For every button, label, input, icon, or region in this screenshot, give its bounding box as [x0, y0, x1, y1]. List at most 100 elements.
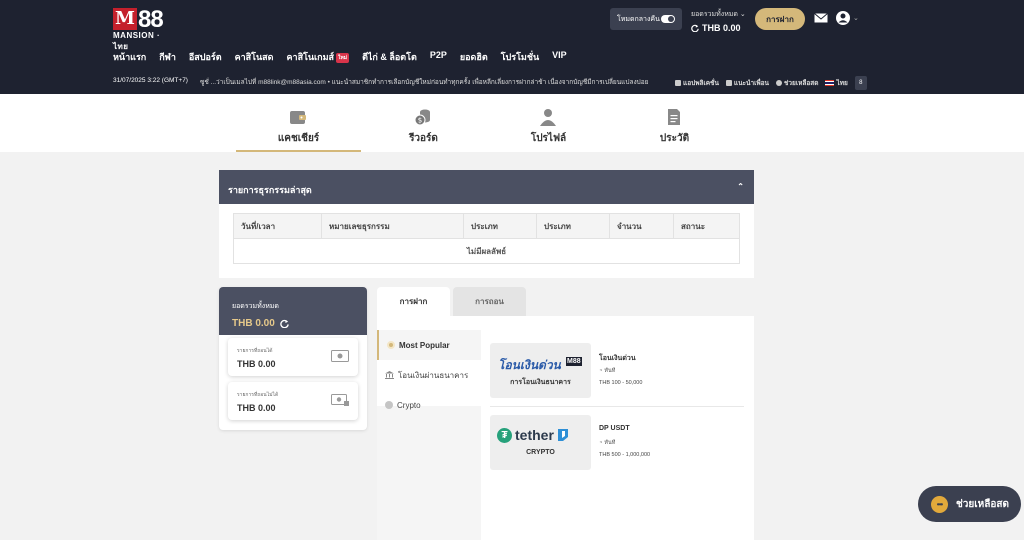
info-bar: 31/07/2025 3:22 (GMT+7) ซูชั่ ...ว่าเป็น…	[113, 76, 867, 90]
nav-sports[interactable]: กีฬา	[159, 50, 176, 64]
cash-icon	[331, 350, 349, 362]
language-link[interactable]: ไทย	[825, 78, 848, 88]
logo-number: 88	[138, 6, 164, 33]
user-icon[interactable]	[836, 11, 850, 25]
bank-icon	[385, 371, 394, 379]
chat-icon	[776, 80, 782, 86]
chevron-down-icon[interactable]: ⌄	[853, 14, 859, 22]
people-icon	[725, 80, 732, 86]
divider	[490, 406, 744, 407]
method-crypto[interactable]: Crypto	[377, 390, 481, 420]
chat-bubble-icon: •••	[931, 495, 948, 513]
total-balance-label: ยอดรวมทั้งหมด	[232, 303, 279, 310]
nav-esports[interactable]: อีสปอร์ต	[189, 50, 222, 64]
tether-logo: ₮ tether CRYPTO	[490, 415, 591, 470]
refresh-icon[interactable]	[280, 319, 289, 328]
refresh-icon[interactable]	[691, 24, 699, 32]
toggle-switch-icon	[661, 15, 675, 23]
quick-links: แอปพลิเคชั่น แนะนำเพื่อน ช่วยเหลือสด ไทย…	[671, 76, 867, 90]
total-balance: ยอดรวมทั้งหมด THB 0.00	[219, 287, 367, 335]
tether-wordmark: tether	[515, 427, 554, 443]
method-list: Most Popular โอนเงินผ่านธนาคาร Crypto	[377, 330, 481, 420]
top-header: M 88 MANSION · ไทย โหมดกลางคืน ยอดรวมทั้…	[0, 0, 1024, 94]
col-transaction-id: หมายเลขธุรกรรม	[321, 213, 464, 239]
col-amount: จำนวน	[609, 213, 674, 239]
recent-transactions: รายการธุรกรรมล่าสุด ⌃ วันที่/เวลา หมายเล…	[219, 170, 754, 278]
tab-deposit[interactable]: การฝาก	[377, 287, 450, 316]
fast-transfer-logo-text: โอนเงินด่วน	[498, 358, 561, 372]
method-most-popular[interactable]: Most Popular	[377, 330, 481, 360]
main-nav: หน้าแรก กีฬา อีสปอร์ต คาสิโนสด คาสิโนเกม…	[113, 50, 567, 64]
account-tabs: แคชเชียร์ $ รีวอร์ด โปรไฟล์ ประวัติ	[0, 94, 1024, 152]
profile-icon	[540, 109, 556, 126]
app-link[interactable]: แอปพลิเคชั่น	[675, 78, 719, 88]
recent-transactions-header[interactable]: รายการธุรกรรมล่าสุด ⌃	[219, 170, 754, 204]
table-row: ไม่มีผลลัพธ์	[233, 238, 740, 264]
deposit-panel: Most Popular โอนเงินผ่านธนาคาร Crypto โอ…	[377, 316, 754, 540]
svg-text:$: $	[418, 117, 422, 125]
wallet-icon	[290, 111, 306, 124]
radio-dot-icon	[387, 341, 395, 349]
fast-transfer-logo: โอนเงินด่วน M88 การโอนเงินธนาคาร	[490, 343, 591, 398]
chevron-up-icon[interactable]: ⌃	[737, 182, 744, 191]
nav-p2p[interactable]: P2P	[430, 50, 447, 64]
crypto-coin-icon	[385, 401, 393, 409]
header-balance[interactable]: ยอดรวมทั้งหมด ⌄ THB 0.00	[691, 9, 746, 33]
fast-transfer-title: โอนเงินด่วน	[599, 355, 636, 362]
cash-lock-icon	[331, 394, 349, 406]
tab-profile[interactable]: โปรไฟล์	[486, 94, 611, 152]
nav-live-casino[interactable]: คาสิโนสด	[235, 50, 274, 64]
language-selector-button[interactable]: 8	[854, 76, 867, 90]
option-usdt[interactable]: ₮ tether CRYPTO DP USDT ◔ ทันที THB 500 -…	[490, 415, 740, 471]
refer-friend-link[interactable]: แนะนำเพื่อน	[725, 78, 769, 88]
tab-history[interactable]: ประวัติ	[612, 94, 737, 152]
tab-withdraw[interactable]: การถอน	[453, 287, 526, 316]
balance-card: ยอดรวมทั้งหมด THB 0.00 รายการที่ถอนได้ T…	[219, 287, 367, 430]
col-status: สถานะ	[673, 213, 740, 239]
option-fast-transfer[interactable]: โอนเงินด่วน M88 การโอนเงินธนาคาร โอนเงิน…	[490, 343, 740, 399]
usdt-range: THB 500 - 1,000,000	[599, 452, 651, 458]
method-bank-transfer[interactable]: โอนเงินผ่านธนาคาร	[377, 360, 481, 390]
header-balance-value: THB 0.00	[702, 23, 741, 33]
tether-sub: CRYPTO	[526, 449, 555, 456]
logo-mark: M	[113, 8, 137, 30]
tab-cashier[interactable]: แคชเชียร์	[236, 94, 361, 152]
col-type-2: ประเภท	[536, 213, 610, 239]
fast-transfer-instant: ทันที	[604, 368, 616, 374]
tab-rewards[interactable]: $ รีวอร์ด	[361, 94, 486, 152]
app-icon	[675, 80, 681, 86]
clock-icon: ◔	[599, 368, 603, 374]
nav-cockfight-lotto[interactable]: ตีไก่ & ล็อตโต	[362, 50, 417, 64]
nav-casino-games[interactable]: คาสิโนเกมส์ ใหม่	[287, 50, 350, 64]
night-mode-toggle[interactable]: โหมดกลางคืน	[610, 8, 682, 30]
header-balance-label: ยอดรวมทั้งหมด ⌄	[691, 11, 746, 18]
m88-mini-logo: M88	[566, 357, 582, 366]
usdt-instant: ทันที	[604, 440, 616, 446]
clock-icon: ◔	[599, 440, 603, 446]
tether-icon: ₮	[497, 427, 512, 443]
col-datetime: วันที่/เวลา	[233, 213, 322, 239]
m88-logo[interactable]: M 88 MANSION · ไทย	[113, 6, 173, 51]
recent-transactions-title: รายการธุรกรรมล่าสุด	[228, 185, 312, 195]
datetime: 31/07/2025 3:22 (GMT+7)	[113, 77, 188, 84]
nav-home[interactable]: หน้าแรก	[113, 50, 146, 64]
nav-promotions[interactable]: โปรโมชั่น	[501, 50, 539, 64]
fast-transfer-sub: การโอนเงินธนาคาร	[510, 379, 571, 386]
thai-flag-icon	[825, 80, 835, 86]
live-help-link[interactable]: ช่วยเหลือสด	[776, 78, 818, 88]
total-balance-value: THB 0.00	[232, 318, 275, 329]
nav-vip[interactable]: VIP	[552, 50, 567, 64]
transactions-table: วันที่/เวลา หมายเลขธุรกรรม ประเภท ประเภท…	[233, 213, 740, 264]
nav-popular[interactable]: ยอดฮิต	[460, 50, 488, 64]
deposit-button[interactable]: การฝาก	[755, 8, 805, 30]
mail-icon[interactable]	[814, 13, 828, 23]
live-chat-button[interactable]: ••• ช่วยเหลือสด	[918, 486, 1021, 522]
live-chat-label: ช่วยเหลือสด	[956, 498, 1010, 510]
col-type: ประเภท	[463, 213, 537, 239]
coins-icon: $	[414, 109, 430, 126]
no-results-text: ไม่มีผลลัพธ์	[233, 238, 740, 264]
non-withdrawable-card: รายการที่ถอนไม่ได้ THB 0.00	[228, 382, 358, 420]
new-badge: ใหม่	[336, 53, 350, 63]
usdt-title: DP USDT	[599, 425, 630, 432]
night-mode-label: โหมดกลางคืน	[617, 15, 660, 23]
